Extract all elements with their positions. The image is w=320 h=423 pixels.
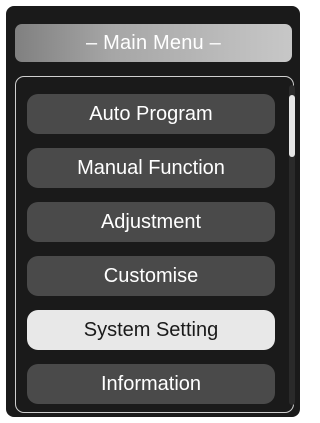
scrollbar[interactable] [289, 85, 295, 405]
menu-list: Auto Program Manual Function Adjustment … [15, 76, 294, 413]
scrollbar-thumb[interactable] [289, 95, 295, 157]
menu-title: – Main Menu – [15, 24, 292, 62]
menu-item-system-setting[interactable]: System Setting [27, 310, 275, 350]
menu-item-customise[interactable]: Customise [27, 256, 275, 296]
main-menu-screen: – Main Menu – Auto Program Manual Functi… [6, 6, 300, 417]
menu-item-manual-function[interactable]: Manual Function [27, 148, 275, 188]
menu-item-adjustment[interactable]: Adjustment [27, 202, 275, 242]
menu-item-information[interactable]: Information [27, 364, 275, 404]
menu-item-auto-program[interactable]: Auto Program [27, 94, 275, 134]
